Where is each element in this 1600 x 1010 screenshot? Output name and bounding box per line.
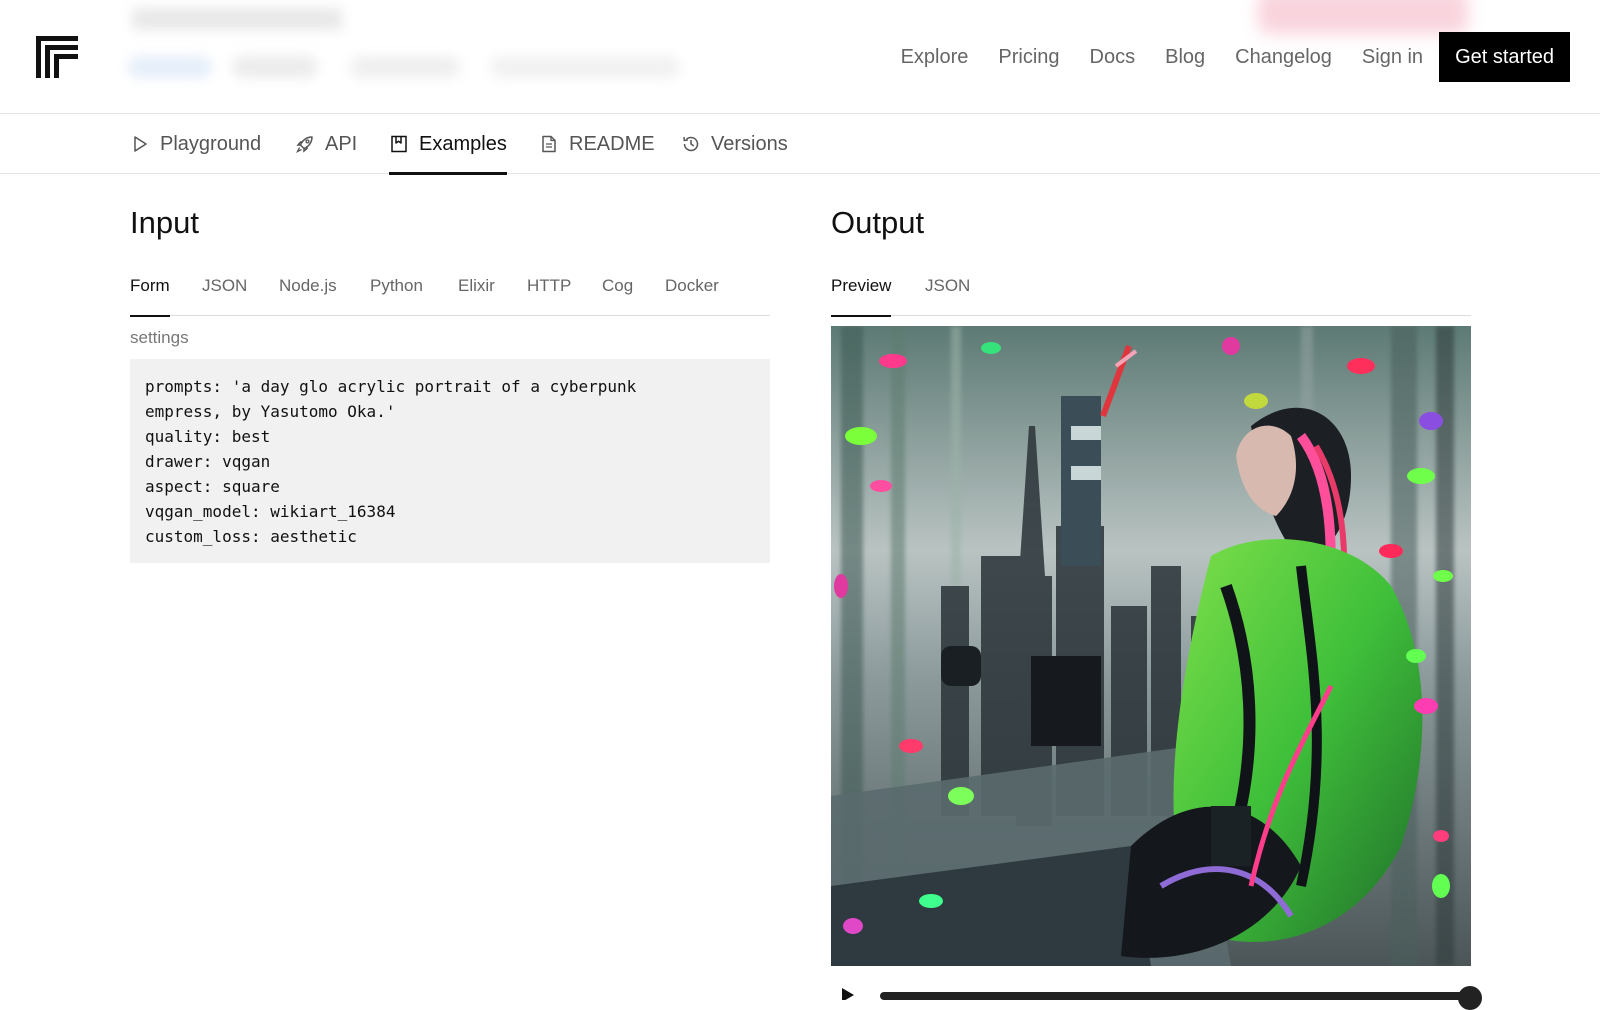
- input-tab-form[interactable]: Form: [130, 268, 170, 317]
- tab-label: Versions: [711, 132, 788, 155]
- tab-readme[interactable]: README: [539, 114, 655, 174]
- input-tab-cog[interactable]: Cog: [602, 268, 633, 316]
- playback-scrubber[interactable]: [880, 992, 1470, 1000]
- nav-sign-in[interactable]: Sign in: [1362, 32, 1423, 82]
- output-image[interactable]: [831, 326, 1471, 966]
- input-tab-python[interactable]: Python: [370, 268, 423, 316]
- output-tab-json[interactable]: JSON: [925, 268, 970, 316]
- play-icon[interactable]: [840, 988, 856, 1000]
- blurred-action-button: [1258, 0, 1468, 34]
- tab-label: Playground: [160, 132, 262, 155]
- model-tabs: Playground API Examples README Versions: [0, 114, 1600, 175]
- logo-icon[interactable]: [36, 36, 78, 78]
- nav-blog[interactable]: Blog: [1165, 32, 1205, 82]
- nav-changelog[interactable]: Changelog: [1235, 32, 1332, 82]
- document-icon: [542, 135, 556, 153]
- tab-label: API: [325, 132, 358, 155]
- input-title: Input: [130, 205, 199, 240]
- nav-explore[interactable]: Explore: [901, 32, 969, 82]
- top-header: Explore Pricing Docs Blog Changelog Sign…: [0, 0, 1600, 114]
- output-format-tabs: Preview JSON: [831, 268, 1471, 317]
- tab-versions[interactable]: Versions: [681, 114, 788, 174]
- settings-label: settings: [130, 328, 189, 347]
- input-tab-docker[interactable]: Docker: [665, 268, 719, 316]
- input-tab-elixir[interactable]: Elixir: [458, 268, 495, 316]
- get-started-button[interactable]: Get started: [1439, 32, 1570, 82]
- rocket-icon: [296, 136, 313, 153]
- tab-examples[interactable]: Examples: [389, 114, 507, 175]
- main-nav: Explore Pricing Docs Blog Changelog Sign…: [871, 32, 1570, 82]
- tab-api[interactable]: API: [295, 114, 357, 174]
- bookmark-icon: [391, 135, 407, 153]
- scrubber-knob[interactable]: [1458, 986, 1482, 1010]
- nav-docs[interactable]: Docs: [1090, 32, 1136, 82]
- output-tab-preview[interactable]: Preview: [831, 268, 892, 317]
- history-icon: [683, 136, 699, 152]
- tab-label: Examples: [419, 132, 507, 155]
- output-title: Output: [831, 205, 925, 240]
- input-tab-http[interactable]: HTTP: [527, 268, 571, 316]
- input-tab-json[interactable]: JSON: [202, 268, 247, 316]
- tab-playground[interactable]: Playground: [130, 114, 261, 174]
- blurred-model-header: [128, 0, 728, 90]
- nav-pricing[interactable]: Pricing: [998, 32, 1059, 82]
- input-format-tabs: Form JSON Node.js Python Elixir HTTP Cog…: [130, 268, 770, 317]
- generated-image: [831, 326, 1471, 966]
- tab-label: README: [569, 132, 655, 155]
- settings-code-block[interactable]: prompts: 'a day glo acrylic portrait of …: [130, 359, 770, 563]
- input-tab-nodejs[interactable]: Node.js: [279, 268, 337, 316]
- play-icon: [134, 136, 147, 152]
